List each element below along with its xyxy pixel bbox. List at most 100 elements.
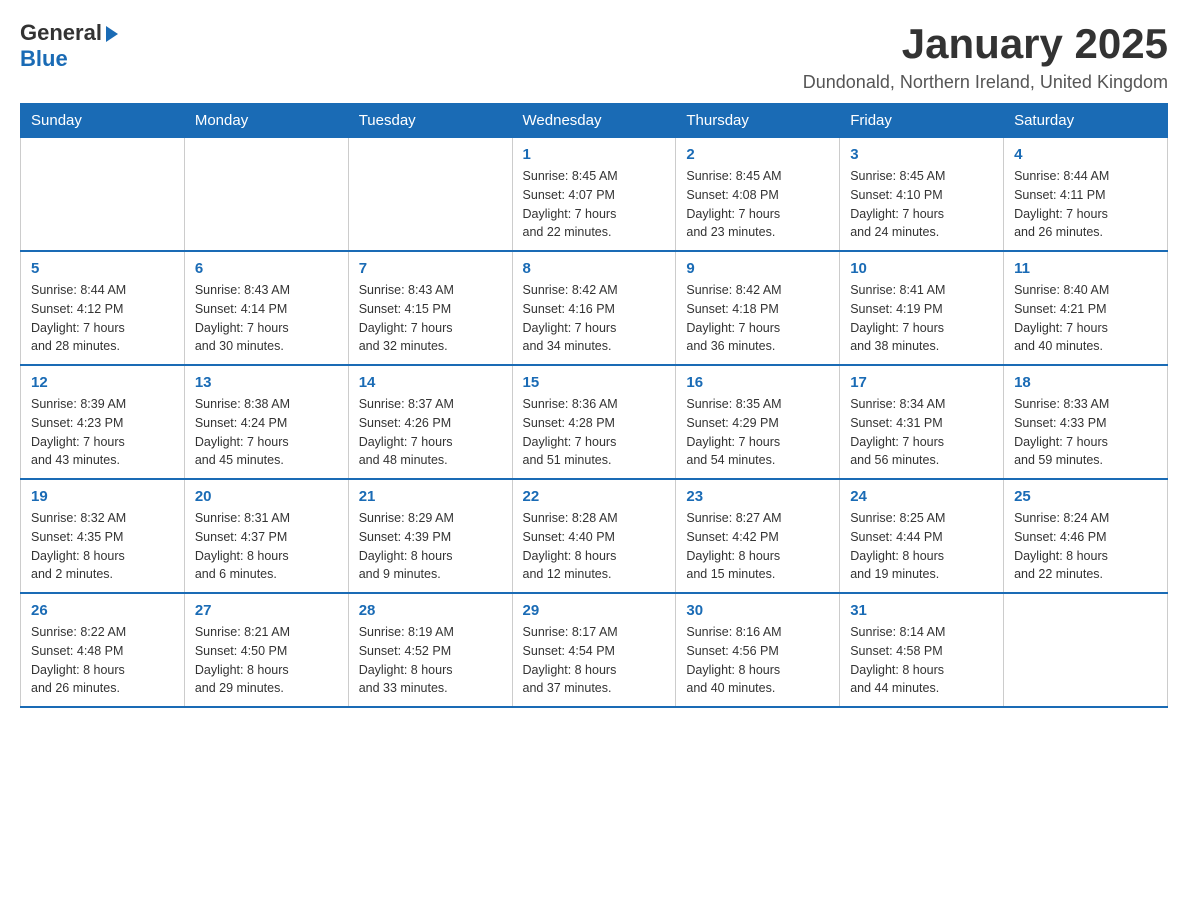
weekday-header-saturday: Saturday — [1004, 104, 1168, 138]
day-info: Sunrise: 8:28 AM Sunset: 4:40 PM Dayligh… — [523, 509, 666, 584]
day-info: Sunrise: 8:33 AM Sunset: 4:33 PM Dayligh… — [1014, 395, 1157, 470]
day-number: 18 — [1014, 374, 1157, 391]
day-number: 22 — [523, 488, 666, 505]
day-number: 15 — [523, 374, 666, 391]
calendar-cell: 19Sunrise: 8:32 AM Sunset: 4:35 PM Dayli… — [21, 479, 185, 593]
day-number: 26 — [31, 602, 174, 619]
day-number: 27 — [195, 602, 338, 619]
calendar-cell: 29 Sunrise: 8:17 AM Sunset: 4:54 PM Dayli… — [512, 593, 676, 707]
calendar-cell: 27 Sunrise: 8:21 AM Sunset: 4:50 PM Dayli… — [184, 593, 348, 707]
title-area: January 2025 Dundonald, Northern Ireland… — [803, 20, 1168, 93]
calendar-cell: 30 Sunrise: 8:16 AM Sunset: 4:56 PM Dayli… — [676, 593, 840, 707]
day-info: Sunrise: 8:38 AM Sunset: 4:24 PM Dayligh… — [195, 395, 338, 470]
calendar-week-row: 1Sunrise: 8:45 AM Sunset: 4:07 PM Daylig… — [21, 138, 1168, 252]
day-info: Sunrise: 8:27 AM Sunset: 4:42 PM Dayligh… — [686, 509, 829, 584]
day-info: Sunrise: 8:42 AM Sunset: 4:16 PM Dayligh… — [523, 281, 666, 356]
day-number: 29 — [523, 602, 666, 619]
calendar-cell: 18 Sunrise: 8:33 AM Sunset: 4:33 PM Dayli… — [1004, 365, 1168, 479]
day-info: Sunrise: 8:36 AM Sunset: 4:28 PM Dayligh… — [523, 395, 666, 470]
page-header: General Blue January 2025 Dundonald, Nor… — [20, 20, 1168, 93]
calendar-week-row: 26 Sunrise: 8:22 AM Sunset: 4:48 PM Dayli… — [21, 593, 1168, 707]
day-info: Sunrise: 8:31 AM Sunset: 4:37 PM Dayligh… — [195, 509, 338, 584]
logo-general: General — [20, 20, 102, 46]
calendar-cell — [348, 138, 512, 252]
calendar-cell: 16Sunrise: 8:35 AM Sunset: 4:29 PM Dayli… — [676, 365, 840, 479]
calendar-cell — [184, 138, 348, 252]
day-number: 31 — [850, 602, 993, 619]
month-title: January 2025 — [803, 20, 1168, 68]
day-number: 11 — [1014, 260, 1157, 277]
day-number: 6 — [195, 260, 338, 277]
day-number: 2 — [686, 146, 829, 163]
calendar-week-row: 12Sunrise: 8:39 AM Sunset: 4:23 PM Dayli… — [21, 365, 1168, 479]
calendar-cell: 7Sunrise: 8:43 AM Sunset: 4:15 PM Daylig… — [348, 251, 512, 365]
logo-triangle-icon — [104, 24, 120, 42]
day-number: 30 — [686, 602, 829, 619]
day-info: Sunrise: 8:22 AM Sunset: 4:48 PM Dayligh… — [31, 623, 174, 698]
day-info: Sunrise: 8:44 AM Sunset: 4:11 PM Dayligh… — [1014, 167, 1157, 242]
day-info: Sunrise: 8:21 AM Sunset: 4:50 PM Dayligh… — [195, 623, 338, 698]
day-number: 10 — [850, 260, 993, 277]
location-subtitle: Dundonald, Northern Ireland, United King… — [803, 72, 1168, 93]
weekday-header-sunday: Sunday — [21, 104, 185, 138]
calendar-cell: 2Sunrise: 8:45 AM Sunset: 4:08 PM Daylig… — [676, 138, 840, 252]
weekday-header-thursday: Thursday — [676, 104, 840, 138]
day-number: 3 — [850, 146, 993, 163]
day-info: Sunrise: 8:16 AM Sunset: 4:56 PM Dayligh… — [686, 623, 829, 698]
day-info: Sunrise: 8:14 AM Sunset: 4:58 PM Dayligh… — [850, 623, 993, 698]
weekday-header-monday: Monday — [184, 104, 348, 138]
day-info: Sunrise: 8:43 AM Sunset: 4:14 PM Dayligh… — [195, 281, 338, 356]
calendar-cell: 5 Sunrise: 8:44 AM Sunset: 4:12 PM Daylig… — [21, 251, 185, 365]
calendar-cell: 4 Sunrise: 8:44 AM Sunset: 4:11 PM Daylig… — [1004, 138, 1168, 252]
day-number: 7 — [359, 260, 502, 277]
day-info: Sunrise: 8:40 AM Sunset: 4:21 PM Dayligh… — [1014, 281, 1157, 356]
day-info: Sunrise: 8:17 AM Sunset: 4:54 PM Dayligh… — [523, 623, 666, 698]
calendar-week-row: 19Sunrise: 8:32 AM Sunset: 4:35 PM Dayli… — [21, 479, 1168, 593]
weekday-header-tuesday: Tuesday — [348, 104, 512, 138]
day-info: Sunrise: 8:44 AM Sunset: 4:12 PM Dayligh… — [31, 281, 174, 356]
day-info: Sunrise: 8:35 AM Sunset: 4:29 PM Dayligh… — [686, 395, 829, 470]
calendar-table: SundayMondayTuesdayWednesdayThursdayFrid… — [20, 103, 1168, 708]
weekday-header-row: SundayMondayTuesdayWednesdayThursdayFrid… — [21, 104, 1168, 138]
calendar-cell: 17Sunrise: 8:34 AM Sunset: 4:31 PM Dayli… — [840, 365, 1004, 479]
day-info: Sunrise: 8:41 AM Sunset: 4:19 PM Dayligh… — [850, 281, 993, 356]
day-number: 21 — [359, 488, 502, 505]
day-number: 9 — [686, 260, 829, 277]
day-number: 5 — [31, 260, 174, 277]
calendar-cell: 25 Sunrise: 8:24 AM Sunset: 4:46 PM Dayli… — [1004, 479, 1168, 593]
day-info: Sunrise: 8:32 AM Sunset: 4:35 PM Dayligh… — [31, 509, 174, 584]
calendar-cell: 26 Sunrise: 8:22 AM Sunset: 4:48 PM Dayli… — [21, 593, 185, 707]
day-number: 8 — [523, 260, 666, 277]
day-info: Sunrise: 8:25 AM Sunset: 4:44 PM Dayligh… — [850, 509, 993, 584]
day-number: 25 — [1014, 488, 1157, 505]
calendar-cell: 23 Sunrise: 8:27 AM Sunset: 4:42 PM Dayli… — [676, 479, 840, 593]
calendar-cell: 6 Sunrise: 8:43 AM Sunset: 4:14 PM Daylig… — [184, 251, 348, 365]
calendar-cell: 20 Sunrise: 8:31 AM Sunset: 4:37 PM Dayli… — [184, 479, 348, 593]
calendar-cell: 12Sunrise: 8:39 AM Sunset: 4:23 PM Dayli… — [21, 365, 185, 479]
calendar-cell: 28 Sunrise: 8:19 AM Sunset: 4:52 PM Dayli… — [348, 593, 512, 707]
day-info: Sunrise: 8:24 AM Sunset: 4:46 PM Dayligh… — [1014, 509, 1157, 584]
day-number: 28 — [359, 602, 502, 619]
day-number: 20 — [195, 488, 338, 505]
weekday-header-wednesday: Wednesday — [512, 104, 676, 138]
day-info: Sunrise: 8:19 AM Sunset: 4:52 PM Dayligh… — [359, 623, 502, 698]
calendar-header: SundayMondayTuesdayWednesdayThursdayFrid… — [21, 104, 1168, 138]
day-number: 4 — [1014, 146, 1157, 163]
day-number: 14 — [359, 374, 502, 391]
calendar-cell: 14 Sunrise: 8:37 AM Sunset: 4:26 PM Dayli… — [348, 365, 512, 479]
calendar-body: 1Sunrise: 8:45 AM Sunset: 4:07 PM Daylig… — [21, 138, 1168, 708]
day-info: Sunrise: 8:45 AM Sunset: 4:10 PM Dayligh… — [850, 167, 993, 242]
day-number: 12 — [31, 374, 174, 391]
day-info: Sunrise: 8:45 AM Sunset: 4:07 PM Dayligh… — [523, 167, 666, 242]
day-info: Sunrise: 8:34 AM Sunset: 4:31 PM Dayligh… — [850, 395, 993, 470]
day-number: 13 — [195, 374, 338, 391]
calendar-cell: 15 Sunrise: 8:36 AM Sunset: 4:28 PM Dayli… — [512, 365, 676, 479]
calendar-cell: 22 Sunrise: 8:28 AM Sunset: 4:40 PM Dayli… — [512, 479, 676, 593]
day-number: 24 — [850, 488, 993, 505]
day-number: 23 — [686, 488, 829, 505]
calendar-cell: 24 Sunrise: 8:25 AM Sunset: 4:44 PM Dayli… — [840, 479, 1004, 593]
calendar-cell: 21 Sunrise: 8:29 AM Sunset: 4:39 PM Dayli… — [348, 479, 512, 593]
day-info: Sunrise: 8:37 AM Sunset: 4:26 PM Dayligh… — [359, 395, 502, 470]
calendar-cell: 3 Sunrise: 8:45 AM Sunset: 4:10 PM Daylig… — [840, 138, 1004, 252]
day-info: Sunrise: 8:29 AM Sunset: 4:39 PM Dayligh… — [359, 509, 502, 584]
